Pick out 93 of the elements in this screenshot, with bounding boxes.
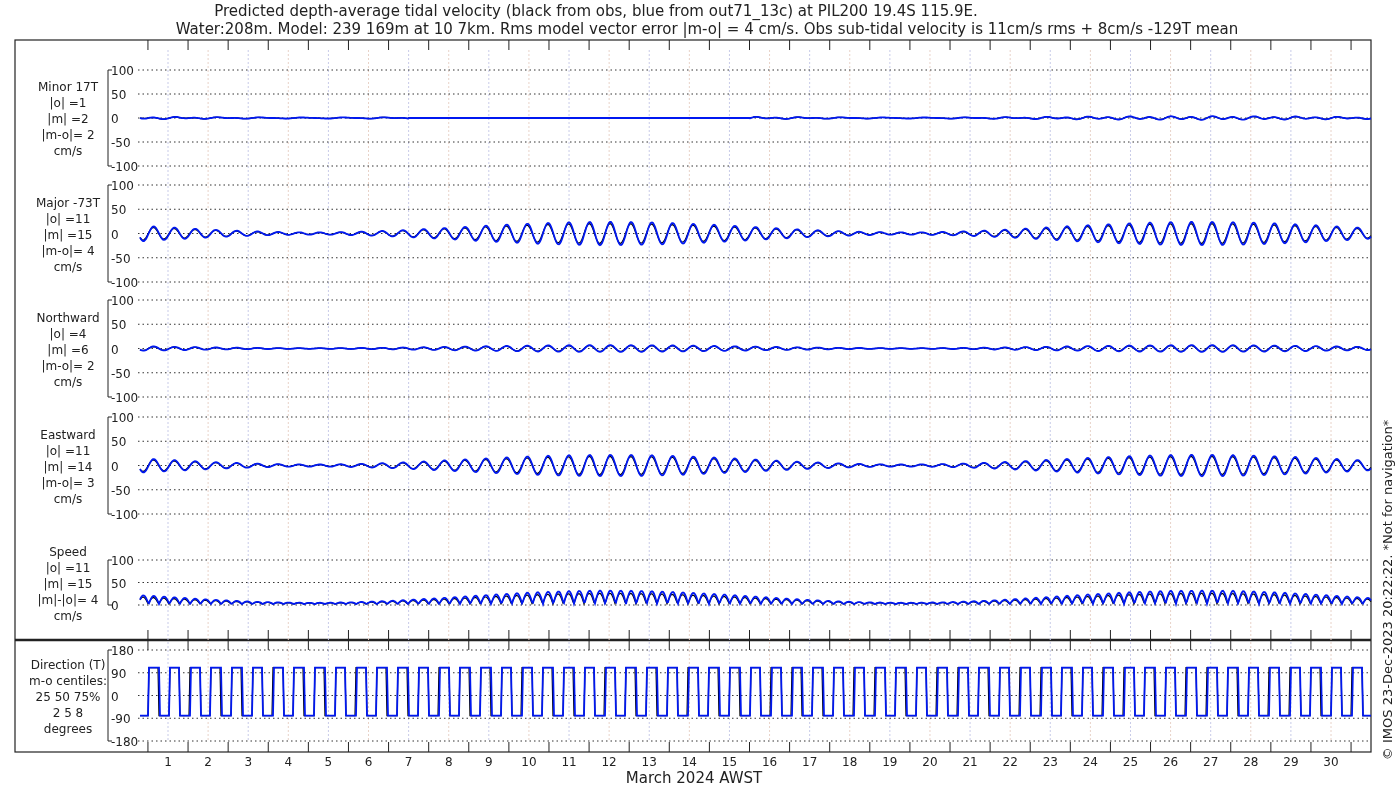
x-tick-label: 23	[1042, 755, 1058, 769]
y-axis	[107, 559, 113, 606]
panel-label: 25 50 75%	[35, 689, 101, 704]
x-tick-label: 3	[244, 755, 253, 769]
y-tick-label: 100	[111, 64, 134, 78]
panel-label: |o| =11	[45, 560, 91, 575]
y-tick-label: 0	[111, 112, 119, 126]
panel-label: cm/s	[53, 374, 83, 389]
panel-label: m-o centiles:	[29, 673, 107, 688]
x-tick-label: 15	[721, 755, 738, 769]
panel-label: cm/s	[53, 491, 83, 506]
x-tick-label: 12	[601, 755, 617, 769]
panel-label: Major -73T	[35, 195, 101, 210]
panel-label: |m| =15	[43, 576, 93, 591]
panel-label: cm/s	[53, 144, 83, 158]
panel-label: |m|-|o|= 4	[37, 592, 99, 607]
y-tick-label: -90	[111, 712, 131, 727]
panel-label: |o| =4	[49, 326, 87, 341]
y-tick-label: 0	[111, 689, 119, 704]
chart-title: Water:208m. Model: 239 169m at 10 7km. Rms model vector error |m-o| = 4 cm/s. Obs sub-tidal velocity is 11cm/s rms + 8cm/s -129T mean	[175, 20, 1239, 38]
y-tick-label: 0	[111, 599, 119, 613]
panel-label: Eastward	[40, 427, 96, 442]
chart-title: Predicted depth-average tidal velocity (black from obs, blue from out71_13c) at PIL200 19.4S 115.9E.	[214, 2, 978, 20]
x-tick-label: 28	[1243, 755, 1259, 769]
x-tick-label: 18	[842, 755, 858, 769]
x-tick-label: 11	[561, 755, 577, 769]
x-tick-label: 17	[802, 755, 818, 769]
x-tick-label: 14	[681, 755, 697, 769]
y-tick-label: 100	[111, 179, 134, 193]
panel-label: |m-o|= 4	[41, 243, 95, 258]
panel-label: |m-o|= 3	[41, 475, 95, 490]
y-tick-label: 0	[111, 342, 119, 357]
x-tick-label: 16	[761, 755, 778, 769]
panel-label: |m| =2	[47, 112, 89, 126]
x-tick-label: 19	[882, 755, 898, 769]
panel-label: cm/s	[53, 259, 83, 274]
x-tick-label: 1	[164, 755, 172, 769]
x-tick-label: 10	[521, 755, 537, 769]
x-tick-label: 13	[641, 755, 657, 769]
x-tick-label: 25	[1122, 755, 1139, 769]
x-axis-label: March 2024 AWST	[625, 769, 763, 787]
y-tick-label: 0	[111, 459, 119, 474]
y-tick-label: 50	[111, 88, 127, 102]
y-tick-label: 50	[111, 318, 127, 333]
x-tick-label: 7	[404, 755, 413, 769]
y-tick-label: 50	[111, 576, 127, 591]
y-tick-label: 0	[111, 227, 119, 242]
y-tick-label: -100	[111, 391, 139, 405]
y-tick-label: -50	[111, 366, 131, 381]
y-tick-label: 90	[111, 666, 127, 681]
panel-label: 2 5 8	[52, 705, 84, 720]
y-tick-label: -180	[111, 735, 139, 749]
panel-label: degrees	[43, 721, 93, 736]
panel-label: Direction (T)	[30, 657, 106, 672]
y-tick-label: 50	[111, 203, 127, 218]
x-tick-label: 20	[922, 755, 938, 769]
panel-label: |o| =11	[45, 211, 91, 226]
x-tick-label: 5	[324, 755, 333, 769]
y-tick-label: 100	[111, 411, 134, 425]
x-tick-label: 26	[1162, 755, 1179, 769]
panel-label: |o| =11	[45, 443, 91, 458]
x-tick-label: 6	[364, 755, 373, 769]
x-tick-label: 22	[1002, 755, 1018, 769]
credit-text: © IMOS 23-Dec-2023 20:22:22. *Not for navigation*	[1380, 419, 1395, 761]
panel-label: |m-o|= 2	[41, 128, 95, 142]
panel-label: |m| =6	[47, 342, 89, 357]
y-tick-label: -50	[111, 483, 131, 498]
y-tick-label: -100	[111, 160, 139, 174]
x-tick-label: 2	[204, 755, 212, 769]
x-tick-label: 4	[284, 755, 293, 769]
panel-label: |m| =14	[43, 459, 93, 474]
panel-label: |o| =1	[49, 96, 87, 110]
y-tick-label: -50	[111, 251, 131, 266]
x-tick-label: 9	[485, 755, 493, 769]
panel-label: cm/s	[53, 608, 83, 623]
y-tick-label: -50	[111, 136, 131, 150]
panel-label: Speed	[49, 544, 87, 559]
y-tick-label: -100	[111, 276, 139, 290]
x-tick-label: 29	[1283, 755, 1299, 769]
y-tick-label: 100	[111, 294, 134, 308]
x-tick-label: 8	[444, 755, 453, 769]
panel-label: |m| =15	[43, 227, 93, 242]
y-tick-label: -100	[111, 508, 139, 522]
x-tick-label: 27	[1203, 755, 1219, 769]
y-tick-label: 100	[111, 554, 134, 568]
x-tick-label: 24	[1082, 755, 1098, 769]
panel-label: Minor 17T	[38, 80, 98, 94]
y-tick-label: 180	[111, 644, 134, 658]
panel-label: |m-o|= 2	[41, 358, 95, 373]
y-tick-label: 50	[111, 435, 127, 450]
x-tick-label: 30	[1323, 755, 1339, 769]
x-tick-label: 21	[962, 755, 978, 769]
panel-label: Northward	[36, 310, 100, 325]
